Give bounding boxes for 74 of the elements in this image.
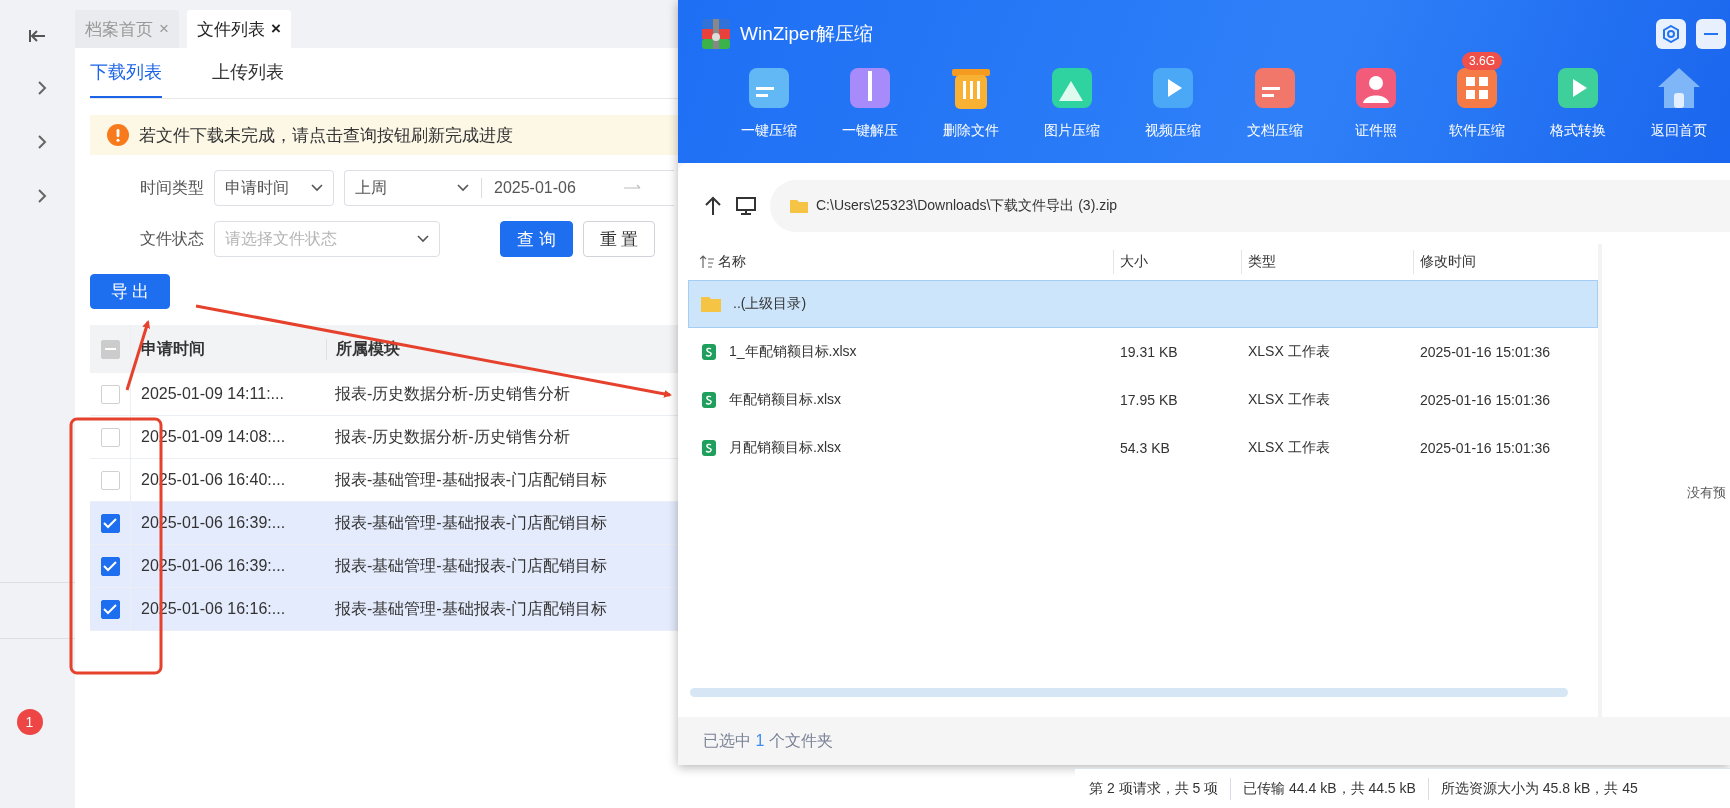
spreadsheet-icon xyxy=(701,439,717,457)
chevron-down-icon xyxy=(417,235,429,243)
toolbar-tool[interactable]: 格式转换 xyxy=(1527,50,1629,140)
export-button[interactable]: 导 出 xyxy=(90,274,170,309)
close-tab-button[interactable]: × xyxy=(270,19,281,39)
reset-button[interactable]: 重 置 xyxy=(582,221,656,257)
status-text: 所选资源大小为 45.8 kB，共 45 xyxy=(1440,780,1638,798)
field-label: 文件状态 xyxy=(139,228,204,249)
chevron-down-icon xyxy=(457,184,469,192)
chevron-right-icon[interactable] xyxy=(36,134,47,150)
table-cell-text: 2025-01-09 14:11:... xyxy=(140,385,285,403)
page-tab[interactable]: 文件列表 × xyxy=(186,10,291,48)
preview-message: 没有预 xyxy=(1687,484,1726,502)
table-cell-text: 报表-基础管理-基础报表-门店配销目标 xyxy=(334,598,607,619)
list-tab[interactable]: 下载列表 xyxy=(90,60,162,98)
table-cell-text: 报表-历史数据分析-历史销售分析 xyxy=(334,426,570,447)
query-button[interactable]: 查 询 xyxy=(500,221,573,257)
scrollbar[interactable] xyxy=(690,688,1568,697)
toolbar-tool[interactable]: 图片压缩 xyxy=(1021,50,1123,140)
status-text: 第 2 项请求，共 5 项 xyxy=(1089,780,1219,798)
time-type-select[interactable]: 申请时间 xyxy=(214,170,334,206)
toolbar-tool[interactable]: 一键压缩 xyxy=(718,50,820,140)
file-row[interactable]: ..(上级目录) xyxy=(688,280,1598,328)
collapse-icon[interactable] xyxy=(28,28,47,44)
toolbar-tool[interactable]: 视频压缩 xyxy=(1122,50,1224,140)
toolbar-tool[interactable]: 返回首页 xyxy=(1628,50,1730,140)
selection-status: 已选中 1 个文件夹 xyxy=(703,730,833,751)
column-header: 申请时间 xyxy=(131,338,327,360)
chevron-down-icon xyxy=(311,184,323,192)
file-row[interactable]: 年配销额目标.xlsx 17.95 KB XLSX 工作表 2025-01-16 15:01:36 xyxy=(688,376,1598,424)
select-all-checkbox[interactable] xyxy=(100,339,120,359)
list-tab[interactable]: 上传列表 xyxy=(212,60,284,98)
spreadsheet-icon xyxy=(701,343,717,361)
column-header[interactable]: 类型 xyxy=(1241,250,1413,274)
toolbar-tool[interactable]: 一键解压 xyxy=(819,50,921,140)
table-cell-text: 报表-基础管理-基础报表-门店配销目标 xyxy=(334,512,607,533)
toolbar-tool[interactable]: 删除文件 xyxy=(920,50,1022,140)
row-checkbox[interactable] xyxy=(100,556,120,576)
notification-badge: 1 xyxy=(16,709,43,735)
column-header[interactable]: 修改时间 xyxy=(1413,250,1553,274)
toolbar-tool[interactable]: 3.6G 软件压缩 xyxy=(1426,50,1528,140)
file-row[interactable]: 月配销额目标.xlsx 54.3 KB XLSX 工作表 2025-01-16 15:01:36 xyxy=(688,424,1598,472)
table-cell-text: 报表-基础管理-基础报表-门店配销目标 xyxy=(334,469,607,490)
toolbar-tool[interactable]: 文档压缩 xyxy=(1224,50,1326,140)
minimize-icon xyxy=(1704,32,1718,36)
folder-icon xyxy=(701,296,721,312)
alert-text: 若文件下载未完成，请点击查询按钮刷新完成进度 xyxy=(139,124,513,147)
settings-button[interactable] xyxy=(1656,19,1686,49)
sort-icon xyxy=(700,255,714,269)
column-header[interactable]: 大小 xyxy=(1113,250,1241,274)
monitor-icon[interactable] xyxy=(736,197,756,215)
chevron-right-icon[interactable] xyxy=(36,188,47,204)
size-badge: 3.6G xyxy=(1462,52,1503,70)
row-checkbox[interactable] xyxy=(100,599,120,619)
status-text: 已传输 44.4 kB，共 44.5 kB xyxy=(1243,780,1416,798)
path-field[interactable]: C:\Users\25323\Downloads\下载文件导出 (3).zip xyxy=(770,180,1730,232)
warning-icon xyxy=(107,124,129,146)
column-header[interactable]: 名称 xyxy=(688,250,1113,274)
chevron-right-icon[interactable] xyxy=(36,80,47,96)
file-row[interactable]: 1_年配销额目标.xlsx 19.31 KB XLSX 工作表 2025-01-16 15:01:36 xyxy=(688,328,1598,376)
minimize-button[interactable] xyxy=(1696,19,1726,49)
arrow-right-icon xyxy=(624,184,642,192)
table-cell-text: 报表-基础管理-基础报表-门店配销目标 xyxy=(334,555,607,576)
spreadsheet-icon xyxy=(701,391,717,409)
date-range-field[interactable]: 上周 2025-01-06 xyxy=(344,170,674,206)
settings-icon xyxy=(1662,25,1680,43)
up-arrow-icon[interactable] xyxy=(704,196,722,216)
app-logo-icon xyxy=(702,19,730,49)
toolbar-tool[interactable]: 证件照 xyxy=(1325,50,1427,140)
table-cell-text: 报表-历史数据分析-历史销售分析 xyxy=(334,383,570,404)
folder-icon xyxy=(790,199,808,213)
row-checkbox[interactable] xyxy=(100,513,120,533)
field-label: 时间类型 xyxy=(139,177,204,198)
window-title: WinZiper解压缩 xyxy=(740,22,873,46)
